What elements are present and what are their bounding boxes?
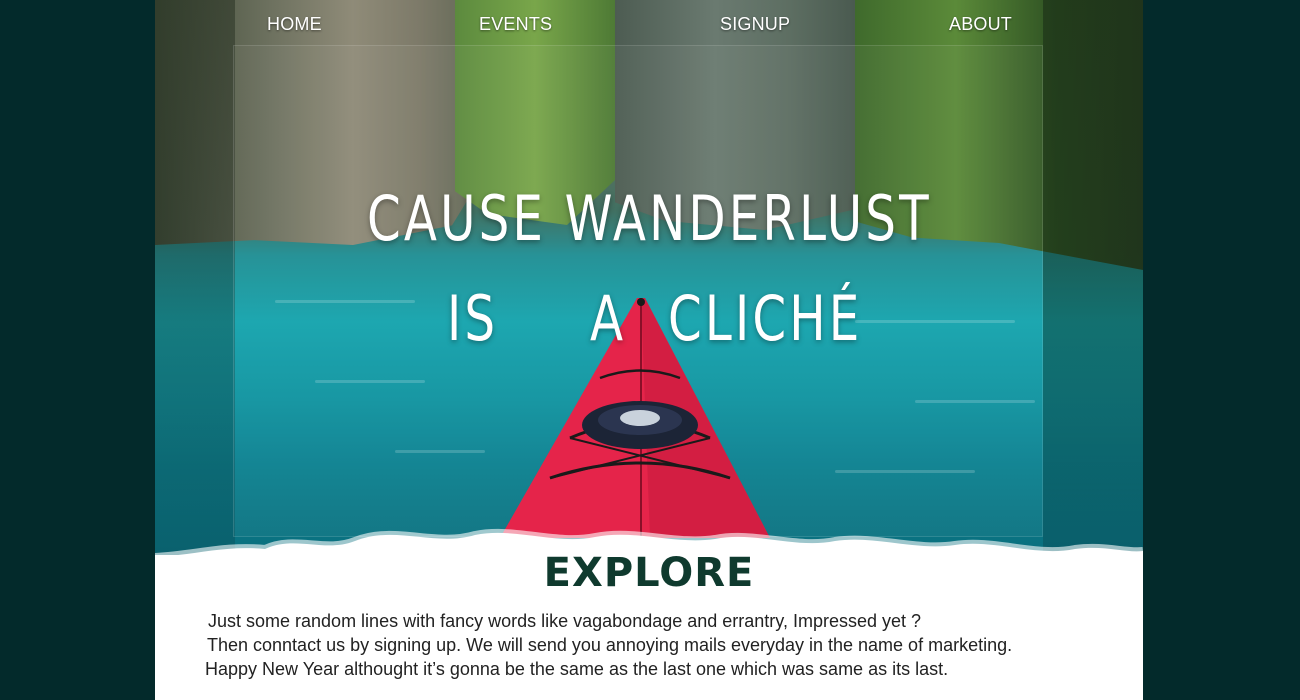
explore-heading: EXPLORE <box>543 550 755 596</box>
torn-paper-edge <box>155 528 1143 555</box>
headline-word-a: A <box>590 282 627 355</box>
hero-side-panel-right <box>1043 0 1143 555</box>
headline-word-cliche: CLICHÉ <box>668 282 863 355</box>
explore-text-line-2: Then conntact us by signing up. We will … <box>207 635 1013 655</box>
top-navigation: HOME EVENTS SIGNUP ABOUT <box>155 0 1143 48</box>
nav-about-link[interactable]: ABOUT <box>949 14 1012 35</box>
headline-word-is: IS <box>447 282 499 355</box>
hero-banner: HOME EVENTS SIGNUP ABOUT CAUSE WANDERLUS… <box>155 0 1143 555</box>
explore-text-line-3: Happy New Year althought it’s gonna be t… <box>205 659 949 679</box>
nav-home-link[interactable]: HOME <box>267 14 322 35</box>
explore-text-line-1: Just some random lines with fancy words … <box>208 611 922 631</box>
page-container: HOME EVENTS SIGNUP ABOUT CAUSE WANDERLUS… <box>155 0 1143 700</box>
headline-line-1: CAUSE WANDERLUST <box>367 182 932 255</box>
hero-side-panel-left <box>155 0 235 555</box>
nav-events-link[interactable]: EVENTS <box>479 14 552 35</box>
nav-signup-link[interactable]: SIGNUP <box>720 14 790 35</box>
